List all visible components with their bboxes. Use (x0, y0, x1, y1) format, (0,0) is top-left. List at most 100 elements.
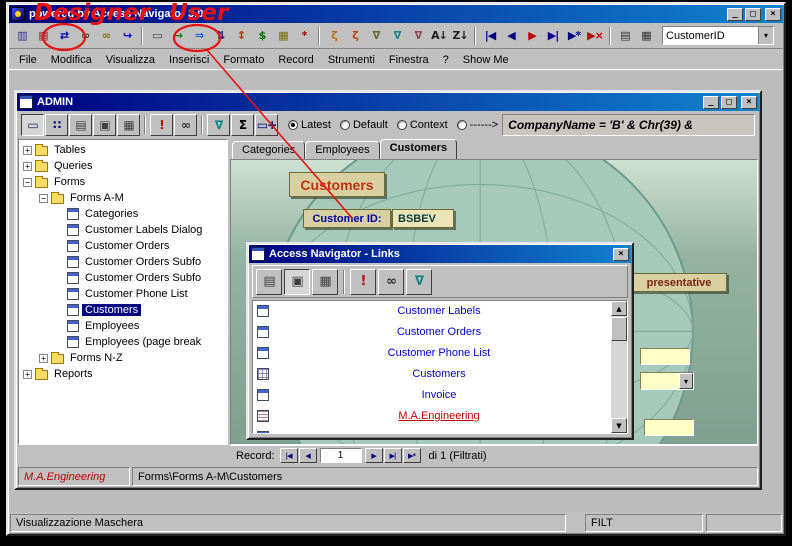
scroll-thumb[interactable] (611, 317, 627, 341)
menu-item-show-me[interactable]: Show Me (456, 51, 516, 69)
filter-edit-icon[interactable]: ∇ (366, 26, 386, 46)
maximize-icon[interactable]: □ (745, 8, 761, 21)
expander-minus-icon[interactable]: − (23, 178, 32, 187)
first-record-icon[interactable]: |◀ (480, 26, 500, 46)
datasheet-icon[interactable]: ▦ (636, 26, 656, 46)
tree-item-customer-orders-subfo[interactable]: Customer Orders Subfo (19, 254, 227, 270)
form-field-1[interactable] (640, 348, 690, 365)
menu-item-finestra[interactable]: Finestra (382, 51, 436, 69)
design-master-icon[interactable]: ▥ (12, 26, 32, 46)
new-record-button[interactable]: ▶* (403, 448, 421, 463)
form-designer-icon[interactable]: ⇄ (54, 26, 74, 46)
sum-icon[interactable]: Σ (231, 114, 254, 136)
admin-maximize-icon[interactable]: □ (721, 96, 737, 109)
form-select-icon[interactable]: ▭ (21, 114, 44, 136)
tree-item-reports[interactable]: +Reports (19, 366, 227, 382)
expander-minus-icon[interactable]: − (39, 194, 48, 203)
field-combo[interactable]: CustomerID ▾ (662, 26, 774, 45)
expander-plus-icon[interactable]: + (23, 146, 32, 155)
new-form-icon[interactable]: ▭+ (255, 114, 278, 136)
tree-item-tables[interactable]: +Tables (19, 142, 227, 158)
tree-item-forms[interactable]: −Forms (19, 174, 227, 190)
links-close-icon[interactable]: × (613, 248, 629, 261)
filter-icon[interactable]: ∇ (207, 114, 230, 136)
tree-item-employees[interactable]: Employees (19, 318, 227, 334)
find-icon[interactable]: ∞ (174, 114, 197, 136)
form-field-combo[interactable]: ▾ (640, 372, 694, 390)
tree-item-categories[interactable]: Categories (19, 206, 227, 222)
next-record-button[interactable]: ▶ (365, 448, 383, 463)
tab-employees[interactable]: Employees (305, 141, 379, 159)
admin-close-icon[interactable]: × (741, 96, 757, 109)
form-view-icon[interactable]: ▣ (284, 269, 310, 295)
alert-icon[interactable]: ! (150, 114, 173, 136)
link-item-m-a-engineering[interactable]: M.A.Engineering (253, 406, 611, 427)
delete-record-icon[interactable]: ▶× (585, 26, 605, 46)
last-record-icon[interactable]: ▶| (543, 26, 563, 46)
menu-item-inserisci[interactable]: Inserisci (162, 51, 216, 69)
sort-asc-icon[interactable]: A↓ (429, 26, 449, 46)
find-icon[interactable]: ∞ (378, 269, 404, 295)
user-groups-icon[interactable]: ▦ (33, 26, 53, 46)
filter-icon[interactable]: ∇ (406, 269, 432, 295)
link-item-customers[interactable]: Customers (253, 364, 611, 385)
menu-item-strumenti[interactable]: Strumenti (321, 51, 382, 69)
tree-item-customer-labels-dialog[interactable]: Customer Labels Dialog (19, 222, 227, 238)
sort-updown-icon[interactable]: ⇅ (210, 26, 230, 46)
tree-item-customer-orders[interactable]: Customer Orders (19, 238, 227, 254)
menu-item-modifica[interactable]: Modifica (44, 51, 99, 69)
menu-item-visualizza[interactable]: Visualizza (99, 51, 162, 69)
goto-form-icon[interactable]: ↪ (117, 26, 137, 46)
status-engineering-link[interactable]: M.A.Engineering (18, 467, 130, 486)
expander-plus-icon[interactable]: + (23, 162, 32, 171)
sort-desc-icon[interactable]: Z↓ (450, 26, 470, 46)
hierarchy-icon[interactable]: ∷ (45, 114, 68, 136)
field-combo-value[interactable]: CustomerID (663, 30, 758, 42)
datasheet-icon[interactable]: ▦ (117, 114, 140, 136)
scroll-up-icon[interactable]: ▲ (611, 301, 627, 316)
close-icon[interactable]: × (765, 8, 781, 21)
preview-icon[interactable]: ∞ (96, 26, 116, 46)
tree-item-queries[interactable]: +Queries (19, 158, 227, 174)
next-record-icon[interactable]: ▶ (522, 26, 542, 46)
layers-icon[interactable]: ▤ (256, 269, 282, 295)
radio-arrow[interactable]: ------> (457, 119, 498, 131)
layers-icon[interactable]: ▤ (69, 114, 92, 136)
user-mode-icon[interactable]: ⇒ (189, 26, 209, 46)
calendar-icon[interactable]: ▦ (273, 26, 293, 46)
link-item-partial[interactable] (253, 427, 611, 433)
new-record-icon[interactable]: ▶* (564, 26, 584, 46)
record-number-input[interactable]: 1 (320, 448, 362, 463)
form-field-2[interactable] (644, 419, 694, 436)
tree-item-forms-n-z[interactable]: +Forms N-Z (19, 350, 227, 366)
tab-categories[interactable]: Categories (232, 141, 305, 159)
link-item-customer-labels[interactable]: Customer Labels (253, 301, 611, 322)
tree-item-customer-orders-subfo[interactable]: Customer Orders Subfo (19, 270, 227, 286)
prev-record-button[interactable]: ◀ (299, 448, 317, 463)
links-scrollbar[interactable]: ▲ ▼ (611, 301, 627, 433)
filter-by-form-icon[interactable]: ζ (324, 26, 344, 46)
tree-item-forms-a-m[interactable]: −Forms A-M (19, 190, 227, 206)
binoculars-icon[interactable]: ∞ (75, 26, 95, 46)
currency-icon[interactable]: $ (252, 26, 272, 46)
open-form-icon[interactable]: ▭ (147, 26, 167, 46)
dropdown-icon[interactable]: ▾ (679, 373, 693, 389)
link-item-invoice[interactable]: Invoice (253, 385, 611, 406)
menu-item-formato[interactable]: Formato (216, 51, 271, 69)
filter-remove-icon[interactable]: ∇ (408, 26, 428, 46)
radio-latest[interactable]: Latest (288, 119, 331, 131)
admin-minimize-icon[interactable]: _ (703, 96, 719, 109)
first-record-button[interactable]: |◀ (280, 448, 298, 463)
run-macro-icon[interactable]: * (294, 26, 314, 46)
filter-apply-icon[interactable]: ∇ (387, 26, 407, 46)
tree-item-customers[interactable]: Customers (19, 302, 227, 318)
radio-default[interactable]: Default (340, 119, 388, 131)
menu-item-help[interactable]: ? (436, 51, 456, 69)
expander-plus-icon[interactable]: + (23, 370, 32, 379)
tree-item-employees-page-break[interactable]: Employees (page break (19, 334, 227, 350)
scroll-down-icon[interactable]: ▼ (611, 418, 627, 433)
build-icon[interactable]: ▤ (615, 26, 635, 46)
minimize-icon[interactable]: _ (727, 8, 743, 21)
tab-customers[interactable]: Customers (380, 139, 457, 159)
last-record-button[interactable]: ▶| (384, 448, 402, 463)
